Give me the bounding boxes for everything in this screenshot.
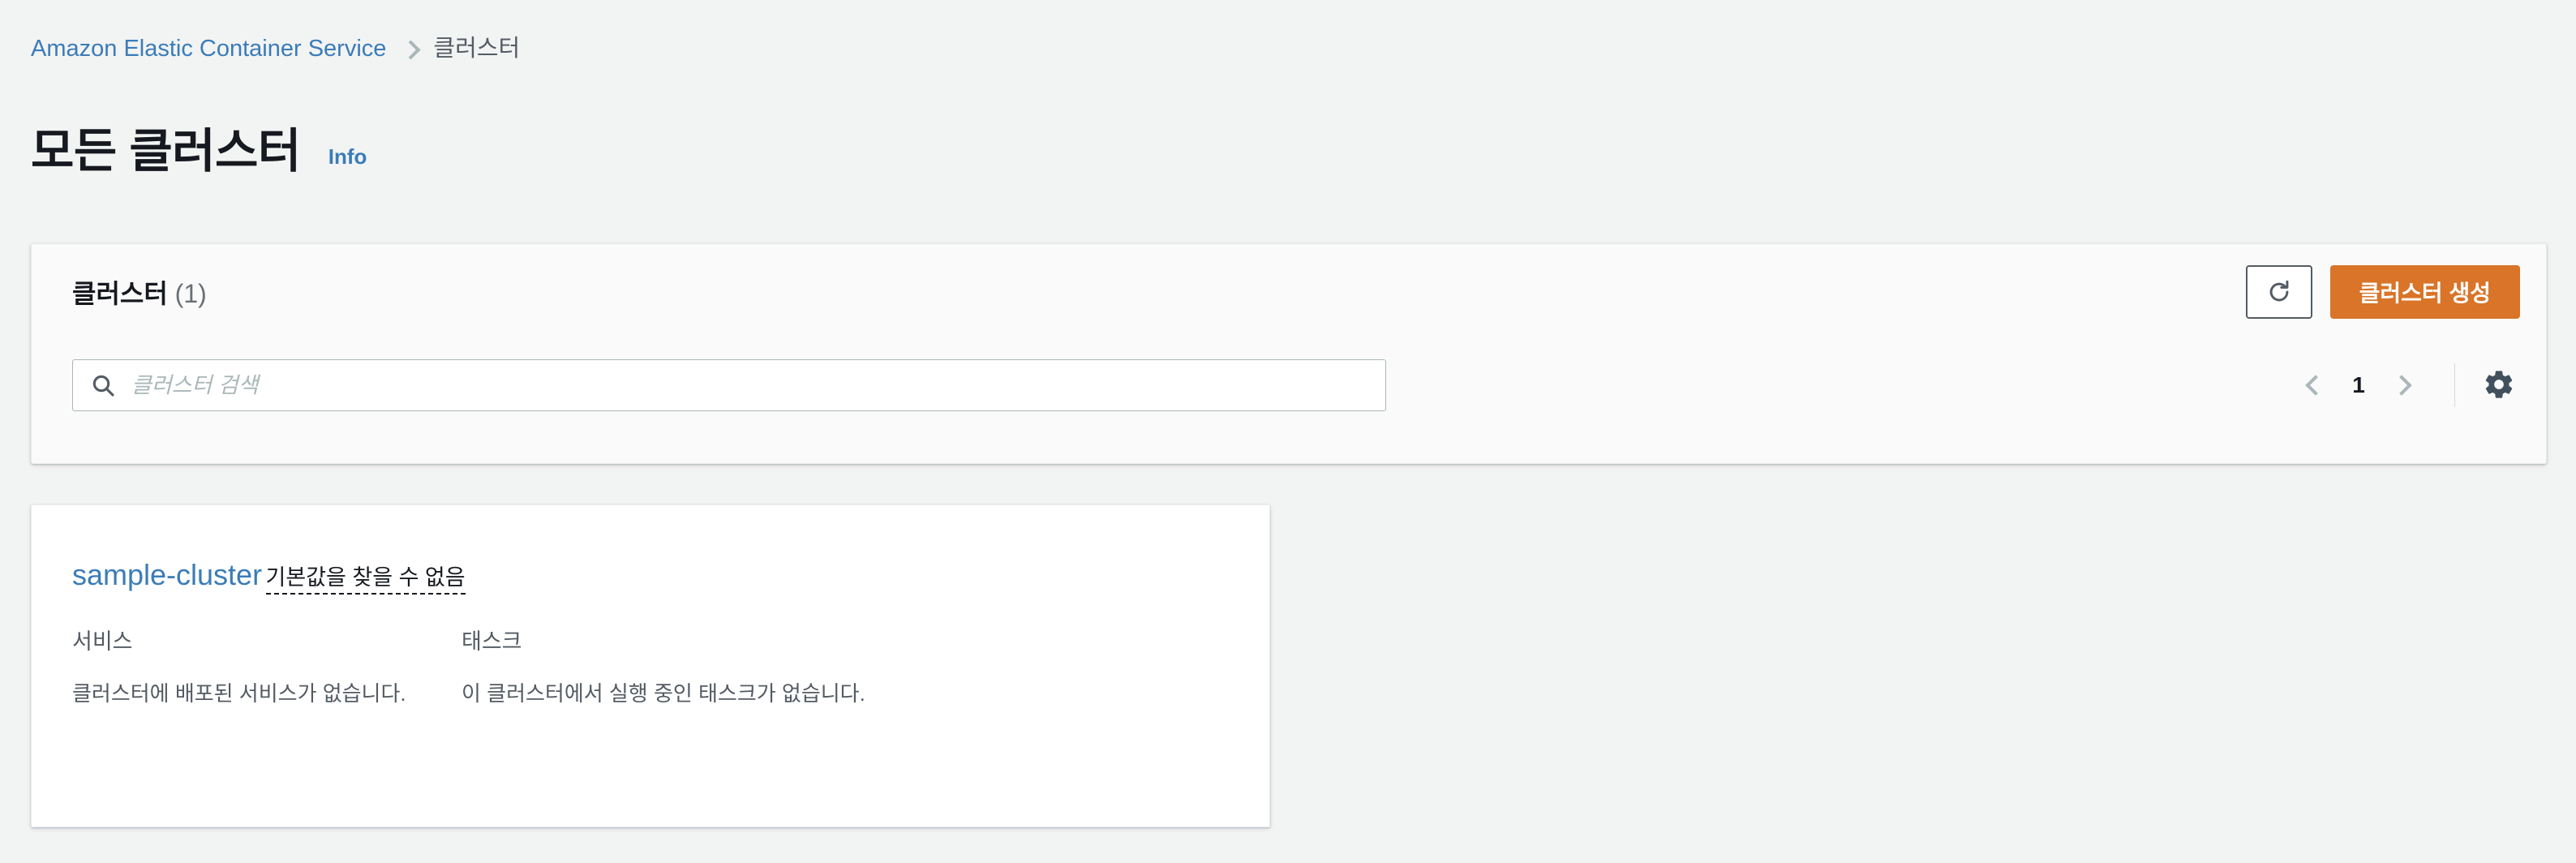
- chevron-right-icon: [2391, 375, 2412, 396]
- cluster-count: (1): [174, 279, 207, 308]
- toolbar-divider: [2454, 363, 2455, 407]
- panel-toolbar: 1: [32, 340, 2546, 431]
- panel-title: 클러스터 (1): [72, 273, 207, 311]
- breadcrumb: Amazon Elastic Container Service 클러스터: [31, 37, 520, 61]
- preferences-button[interactable]: [2476, 363, 2522, 408]
- cluster-services-column: 서비스 클러스터에 배포된 서비스가 없습니다.: [72, 629, 462, 709]
- cluster-status-note: 기본값을 찾을 수 없음: [265, 565, 466, 595]
- services-label: 서비스: [72, 629, 133, 655]
- create-cluster-button[interactable]: 클러스터 생성: [2329, 265, 2520, 319]
- cluster-name-link[interactable]: sample-cluster: [72, 559, 262, 591]
- cluster-tasks-column: 태스크 이 클러스터에서 실행 중인 태스크가 없습니다.: [462, 629, 948, 709]
- clusters-panel: 클러스터 (1) 클러스터 생성 클러스터 검색 1: [31, 243, 2547, 464]
- chevron-left-icon: [2305, 375, 2326, 396]
- search-box: [72, 359, 1386, 411]
- page-title: 모든 클러스터: [31, 125, 301, 178]
- gear-icon: [2483, 368, 2515, 403]
- breadcrumb-link-service[interactable]: Amazon Elastic Container Service: [31, 37, 386, 61]
- cluster-card[interactable]: sample-cluster 기본값을 찾을 수 없음 서비스 클러스터에 배포…: [31, 504, 1270, 827]
- ecs-clusters-page: Amazon Elastic Container Service 클러스터 모든…: [0, 0, 2576, 863]
- tasks-label: 태스크: [462, 629, 522, 655]
- pagination-page-1[interactable]: 1: [2339, 372, 2378, 398]
- chevron-right-icon: [401, 41, 419, 58]
- cluster-card-columns: 서비스 클러스터에 배포된 서비스가 없습니다. 태스크 이 클러스터에서 실행…: [72, 629, 1229, 709]
- info-link[interactable]: Info: [328, 144, 367, 170]
- pagination: 1: [2287, 359, 2522, 411]
- services-empty-message: 클러스터에 배포된 서비스가 없습니다.: [72, 681, 406, 706]
- search-input[interactable]: [72, 359, 1386, 411]
- refresh-icon: [2265, 278, 2293, 306]
- refresh-button[interactable]: [2245, 265, 2312, 319]
- panel-actions: 클러스터 생성: [2245, 265, 2520, 319]
- panel-title-text: 클러스터: [72, 279, 168, 308]
- tasks-empty-message: 이 클러스터에서 실행 중인 태스크가 없습니다.: [462, 681, 865, 706]
- pagination-next-button[interactable]: [2378, 359, 2430, 411]
- breadcrumb-current: 클러스터: [433, 36, 521, 62]
- panel-header: 클러스터 (1) 클러스터 생성: [32, 244, 2546, 340]
- pagination-prev-button[interactable]: [2287, 359, 2339, 411]
- page-header: 모든 클러스터 Info: [31, 128, 367, 175]
